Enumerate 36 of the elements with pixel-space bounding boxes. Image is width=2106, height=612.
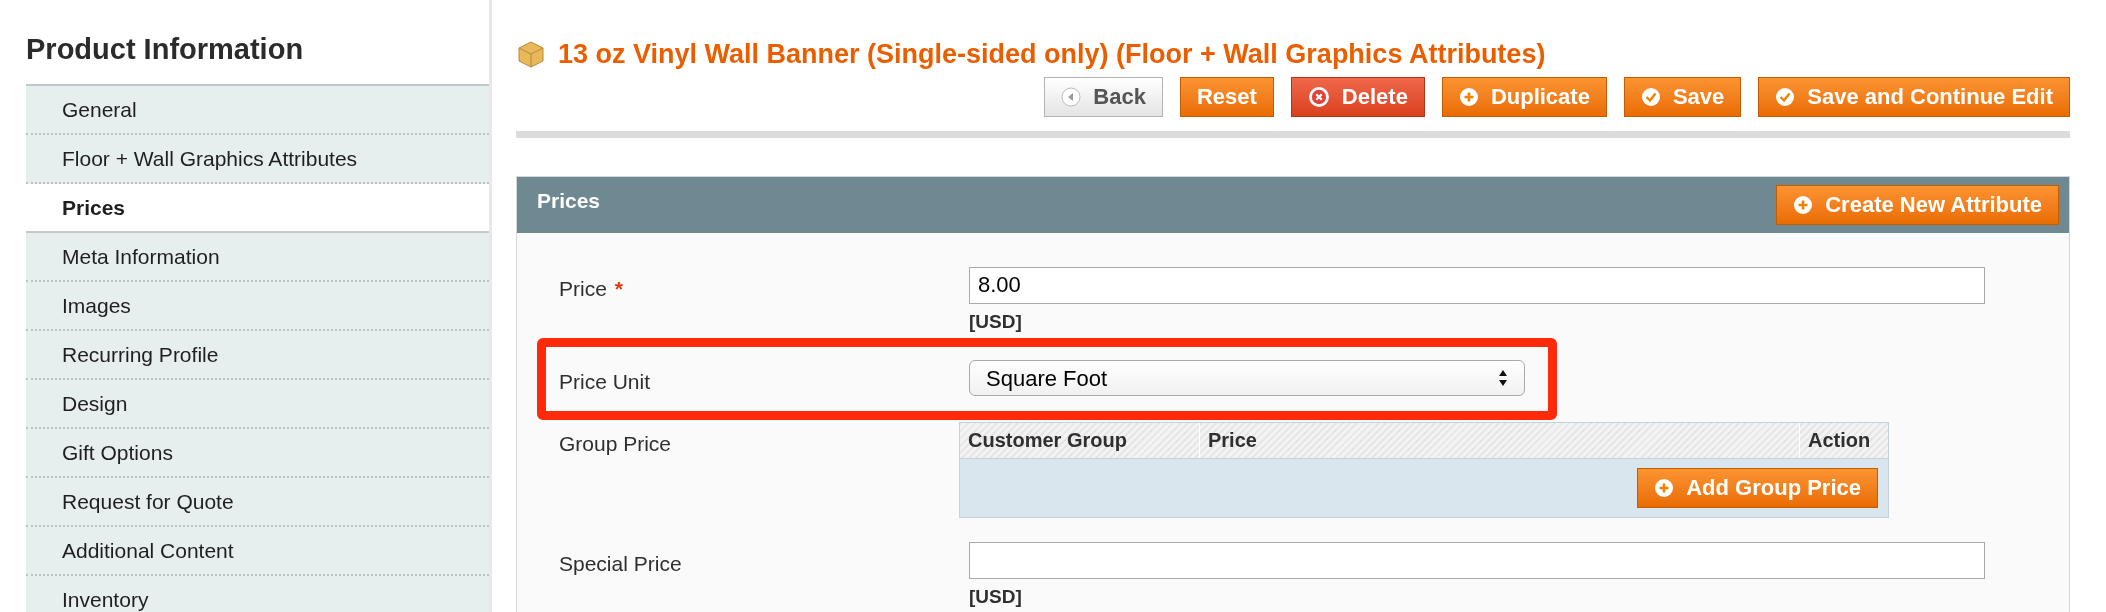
column-header: Action [1807,428,1872,453]
select-field[interactable]: Square Foot [969,360,1525,396]
plus-icon [1793,194,1814,215]
plus-icon [1654,477,1675,498]
back-button[interactable]: Back [1044,76,1163,117]
sidebar-item[interactable]: Gift Options [26,429,489,478]
sidebar-item[interactable]: Floor + Wall Graphics Attributes [26,135,489,184]
field-label: Group Price [559,431,672,455]
text-field[interactable]: 8.00 [969,266,1985,304]
box-icon [516,39,546,70]
plus-icon [1458,86,1479,107]
field-label: Price [559,276,607,300]
column-header: Customer Group [960,422,1200,458]
page-title: 13 oz Vinyl Wall Banner (Single-sided only) (Floor + Wall Graphics Attributes) [558,38,1546,71]
sidebar-title: Product Information [26,32,305,67]
column-header: Price [1200,422,1800,458]
check-icon [1775,86,1796,107]
field-label: Price Unit [559,370,651,393]
dropdown-arrows-icon [1498,369,1508,387]
field-label: Special Price [559,551,682,575]
sidebar-item[interactable]: Inventory [26,576,489,612]
required-mark: * [614,276,624,300]
currency-note: [USD] [969,309,1023,334]
sidebar-item[interactable]: General [26,86,489,135]
sidebar-item[interactable]: Request for Quote [26,478,489,527]
sidebar-item[interactable]: Design [26,380,489,429]
sidebar-item[interactable]: Meta Information [26,233,489,282]
sidebar-item[interactable]: Images [26,282,489,331]
section-title: Prices [537,187,601,214]
delete-button[interactable]: Delete [1290,76,1425,117]
sidebar-item[interactable]: Recurring Profile [26,331,489,380]
sidebar-item[interactable]: Additional Content [26,527,489,576]
currency-note: [USD] [969,584,1023,609]
close-icon [1307,85,1330,108]
text-field[interactable] [969,541,1985,579]
check-icon [1640,86,1661,107]
